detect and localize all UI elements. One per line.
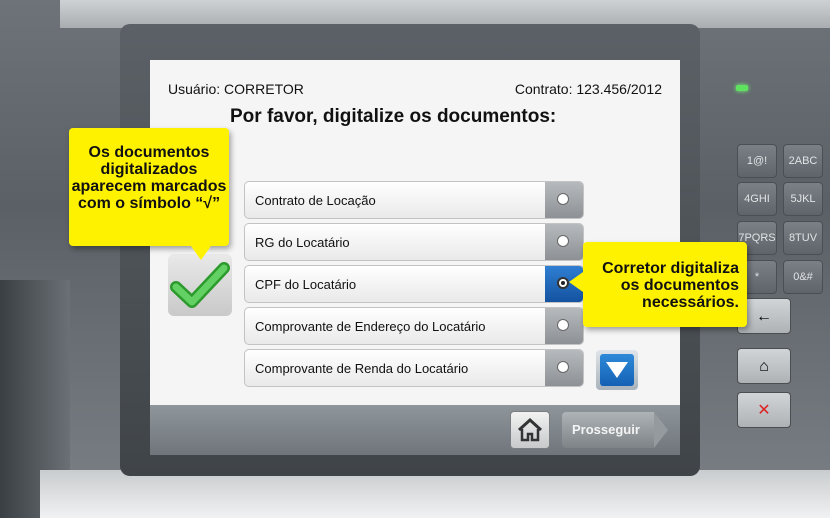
cancel-key[interactable]: ✕ (737, 392, 791, 428)
home-key[interactable]: ⌂ (737, 348, 791, 384)
keypad-key[interactable]: 8TUV (783, 221, 823, 255)
keypad-key[interactable]: 2ABC (783, 144, 823, 178)
keypad-key[interactable]: 5JKL (783, 182, 823, 216)
backspace-icon: ← (756, 308, 772, 325)
home-icon (517, 417, 543, 442)
radio-zone[interactable] (545, 308, 583, 344)
status-led (736, 85, 748, 91)
document-option[interactable]: Comprovante de Endereço do Locatário (244, 307, 584, 345)
callout-right-text: Corretor digitaliza os documentos necess… (602, 260, 739, 311)
document-label: RG do Locatário (255, 235, 350, 250)
radio-icon (557, 319, 569, 331)
keypad-key[interactable]: 4GHI (737, 182, 777, 216)
radio-icon (557, 235, 569, 247)
document-label: Contrato de Locação (255, 193, 376, 208)
home-key-icon: ⌂ (759, 358, 769, 375)
printer-device: 1@! 2ABC 4GHI 5JKL 7PQRS 8TUV * 0&# ← ⌂ … (0, 0, 830, 518)
document-option[interactable]: RG do Locatário (244, 223, 584, 261)
callout-scanned-info: Os documentos digitalizados aparecem mar… (69, 128, 229, 260)
device-bottom-lip (40, 470, 830, 518)
checkmark-icon (170, 262, 230, 308)
home-button[interactable] (510, 411, 550, 449)
keypad-key[interactable]: 0&# (783, 260, 823, 294)
page-title: Por favor, digitalize os documentos: (230, 106, 557, 127)
radio-selected-icon (557, 277, 569, 289)
scroll-down-button[interactable] (596, 350, 638, 390)
contract-label: Contrato: 123.456/2012 (514, 81, 662, 97)
radio-icon (557, 361, 569, 373)
radio-zone[interactable] (545, 350, 583, 386)
proceed-button[interactable]: Prosseguir (562, 412, 668, 448)
cancel-x-icon: ✕ (757, 402, 771, 419)
document-option[interactable]: Comprovante de Renda do Locatário (244, 349, 584, 387)
radio-icon (557, 193, 569, 205)
callout-left-text: Os documentos digitalizados aparecem mar… (71, 144, 227, 212)
radio-zone[interactable] (545, 224, 583, 260)
document-label: Comprovante de Renda do Locatário (255, 361, 469, 376)
user-label: Usuário: CORRETOR (168, 81, 304, 97)
proceed-label: Prosseguir (572, 422, 640, 437)
radio-zone[interactable] (545, 182, 583, 218)
document-label: CPF do Locatário (255, 277, 357, 292)
arrow-down-icon (600, 354, 634, 386)
document-label: Comprovante de Endereço do Locatário (255, 319, 486, 334)
document-option-selected[interactable]: CPF do Locatário (244, 265, 584, 303)
document-option[interactable]: Contrato de Locação (244, 181, 584, 219)
keypad-key[interactable]: 1@! (737, 144, 777, 178)
callout-broker-info: Corretor digitaliza os documentos necess… (569, 242, 747, 327)
scanned-check-tile (168, 254, 232, 316)
